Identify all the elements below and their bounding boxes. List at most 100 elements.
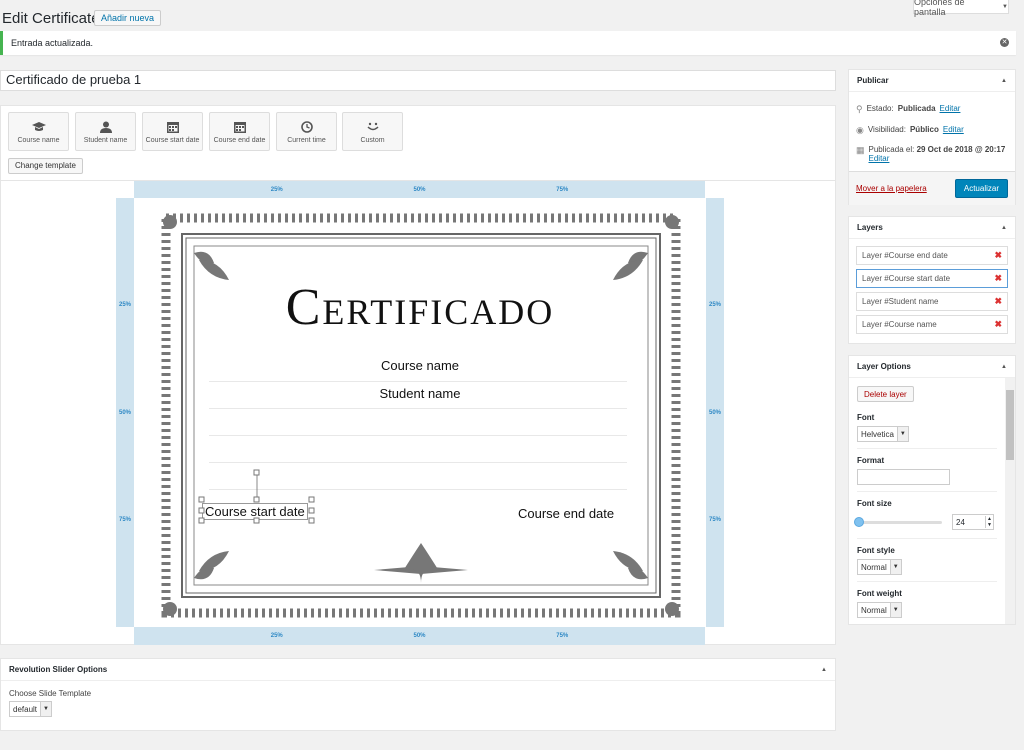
scrollbar-thumb[interactable]: [1006, 390, 1014, 460]
tool-label: Course start date: [145, 137, 200, 144]
font-size-input[interactable]: 24 ▲ ▼: [952, 514, 994, 530]
published-date-row: ▦ Publicada el: 29 Oct de 2018 @ 20:17 E…: [849, 145, 1015, 163]
eye-icon: ◉: [856, 125, 864, 135]
slide-template-select[interactable]: default ▼: [9, 701, 53, 717]
tool-label: Custom: [360, 137, 385, 144]
font-style-select[interactable]: Normal ▼: [857, 559, 902, 575]
status-row: ⚲ Estado: Publicada Editar: [849, 104, 1015, 115]
font-weight-value: Normal: [861, 605, 887, 615]
layer-label: Layer #Student name: [862, 297, 939, 306]
format-input[interactable]: [857, 469, 950, 485]
ruler-top: 25% 50% 75%: [134, 181, 705, 198]
tool-course-name[interactable]: Course name: [8, 112, 69, 151]
visibility-row: ◉ Visibilidad: Público Editar: [849, 125, 1015, 136]
edit-visibility-link[interactable]: Editar: [943, 125, 964, 134]
font-weight-label: Font weight: [857, 589, 902, 598]
certificate-title: Certificado: [134, 280, 706, 336]
ruler-tick: 25%: [708, 302, 722, 309]
delete-icon[interactable]: ✖: [994, 319, 1002, 330]
tool-student-name[interactable]: Student name: [75, 112, 136, 151]
layer-item[interactable]: Layer #Course start date ✖: [856, 269, 1008, 288]
page-title: Edit Certificate: [2, 10, 100, 27]
scrollbar[interactable]: [1005, 378, 1015, 624]
ruler-right: 25% 50% 75%: [706, 198, 724, 627]
collapse-icon[interactable]: ▲: [1001, 78, 1007, 84]
tool-custom[interactable]: Custom: [342, 112, 403, 151]
layers-header[interactable]: Layers ▲: [849, 217, 1015, 239]
revslider-header[interactable]: Revolution Slider Options ▲: [1, 659, 835, 681]
collapse-icon[interactable]: ▲: [1001, 364, 1007, 370]
trash-link[interactable]: Mover a la papelera: [856, 184, 927, 193]
slider-handle[interactable]: [854, 516, 864, 527]
edit-status-link[interactable]: Editar: [940, 104, 961, 113]
ruler-tick: 75%: [708, 516, 722, 523]
delete-icon[interactable]: ✖: [994, 273, 1002, 284]
certificate-title-text: Certificado: [285, 279, 555, 336]
ruler-tick: 75%: [556, 186, 569, 193]
chevron-down-icon: ▼: [889, 560, 901, 574]
collapse-icon[interactable]: ▲: [821, 667, 827, 673]
tool-course-end-date[interactable]: Course end date: [209, 112, 270, 151]
certificate-canvas: Certificado Course name Student name Cou…: [134, 198, 706, 627]
tool-current-time[interactable]: Current time: [276, 112, 337, 151]
selection-handles: [198, 469, 315, 524]
visibility-label: Visibilidad:: [867, 125, 906, 134]
layer-label: Layer #Course end date: [862, 251, 948, 260]
ruler-tick: 25%: [270, 633, 283, 639]
font-value: Helvetica: [861, 429, 894, 439]
post-title-input[interactable]: Certificado de prueba 1: [0, 70, 836, 91]
update-notice: Entrada actualizada. ✕: [0, 31, 1016, 55]
layer-item[interactable]: Layer #Student name ✖: [856, 292, 1008, 311]
publish-box: Publicar ▲ ⚲ Estado: Publicada Editar ◉ …: [848, 69, 1016, 205]
caret-down-icon: ▼: [1002, 3, 1008, 10]
layer-options-box: Layer Options ▲ Delete layer Font Helvet…: [848, 355, 1016, 625]
layer-options-header[interactable]: Layer Options ▲: [849, 356, 1015, 378]
clock-icon: [300, 121, 313, 133]
layer-course-end-date[interactable]: Course end date: [518, 506, 614, 521]
change-template-button[interactable]: Change template: [8, 158, 83, 174]
font-weight-select[interactable]: Normal ▼: [857, 602, 902, 618]
layers-title: Layers: [857, 223, 883, 232]
notice-text: Entrada actualizada.: [11, 38, 94, 48]
ruler-bottom: 25% 50% 75%: [134, 627, 705, 645]
font-size-slider[interactable]: [854, 516, 942, 527]
calendar-icon: [233, 122, 246, 133]
delete-icon[interactable]: ✖: [994, 296, 1002, 307]
chevron-down-icon: ▼: [896, 427, 908, 441]
status-label: Estado:: [866, 104, 894, 113]
spinner-icon[interactable]: ▲ ▼: [985, 516, 993, 528]
text-line: [209, 408, 627, 409]
text-line: [209, 462, 627, 463]
publish-header[interactable]: Publicar ▲: [849, 70, 1015, 92]
text-line: [209, 435, 627, 436]
ruler-tick: 50%: [413, 633, 426, 639]
ruler-tick: 50%: [708, 409, 722, 416]
screen-options-button[interactable]: Opciones de pantalla ▼: [913, 0, 1009, 17]
collapse-icon[interactable]: ▲: [1001, 225, 1007, 231]
font-style-value: Normal: [861, 562, 887, 572]
layer-course-name[interactable]: Course name: [134, 358, 706, 373]
format-label: Format: [857, 456, 885, 465]
layer-student-name[interactable]: Student name: [134, 386, 706, 401]
revslider-box: Revolution Slider Options ▲ Choose Slide…: [0, 658, 836, 731]
publish-actions: Mover a la papelera Actualizar: [849, 171, 1015, 205]
layer-item[interactable]: Layer #Course name ✖: [856, 315, 1008, 334]
layer-item[interactable]: Layer #Course end date ✖: [856, 246, 1008, 265]
tool-label: Course end date: [213, 137, 266, 144]
tool-course-start-date[interactable]: Course start date: [142, 112, 203, 151]
graduation-cap-icon: [31, 122, 46, 131]
tool-label: Current time: [287, 137, 326, 144]
delete-layer-button[interactable]: Delete layer: [857, 386, 914, 402]
delete-icon[interactable]: ✖: [994, 250, 1002, 261]
font-select[interactable]: Helvetica ▼: [857, 426, 909, 442]
dismiss-icon[interactable]: ✕: [1000, 38, 1009, 47]
layer-options-title: Layer Options: [857, 362, 911, 371]
template-label: Choose Slide Template: [9, 689, 92, 698]
visibility-value: Público: [909, 125, 939, 134]
ruler-tick: 25%: [118, 302, 132, 309]
add-new-button[interactable]: Añadir nueva: [94, 10, 162, 26]
font-size-value: 24: [956, 517, 965, 527]
edit-date-link[interactable]: Editar: [869, 154, 890, 163]
update-button[interactable]: Actualizar: [954, 179, 1008, 198]
tool-label: Student name: [83, 137, 128, 144]
